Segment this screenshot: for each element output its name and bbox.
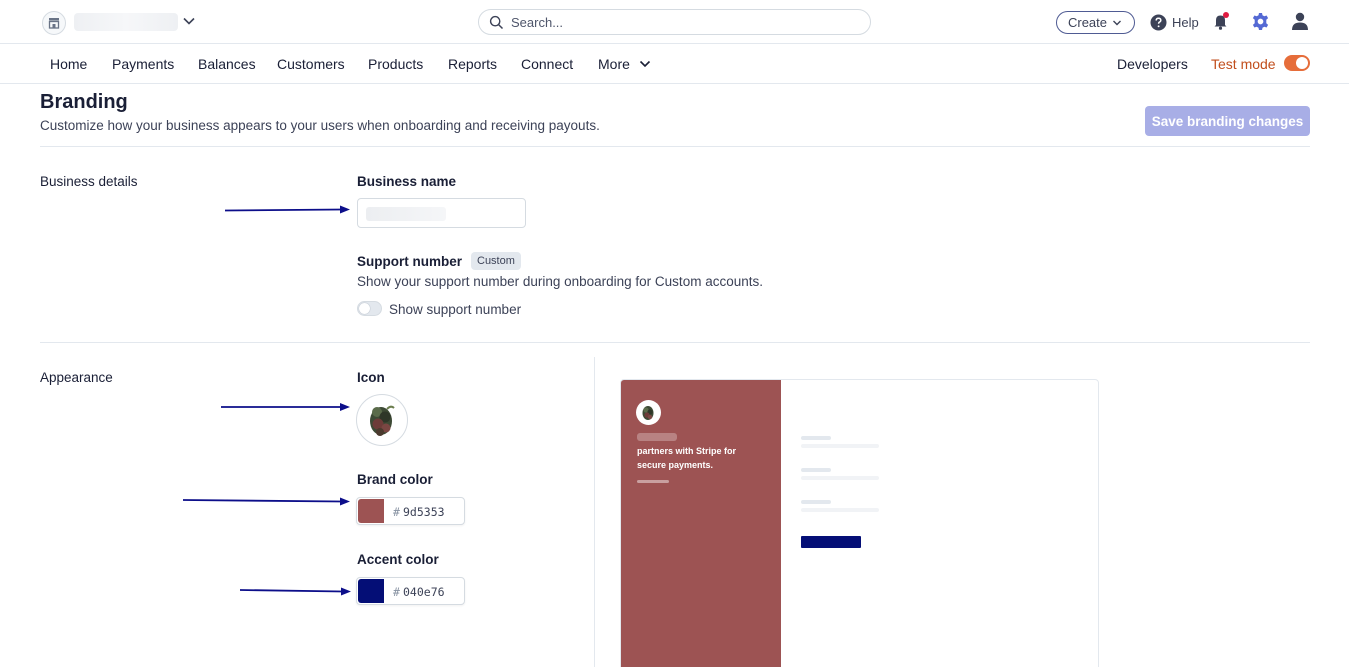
create-button-label: Create [1067,15,1108,30]
hash-symbol: # [393,585,400,599]
top-bar: Create Help [0,0,1349,44]
preview-skeleton-line [801,508,879,512]
brand-color-value[interactable]: 9d5353 [403,505,445,519]
section-divider [40,146,1310,147]
business-details-heading: Business details [40,174,138,189]
custom-badge: Custom [471,252,521,270]
search-bar[interactable] [478,9,871,35]
show-support-number-toggle[interactable] [357,301,382,316]
brand-color-field[interactable]: # 9d5353 [356,497,465,525]
business-icon-upload[interactable] [356,394,408,446]
accent-color-field[interactable]: # 040e76 [356,577,465,605]
create-button[interactable]: Create [1056,11,1135,34]
show-support-number-label: Show support number [389,302,522,317]
save-branding-button[interactable]: Save branding changes [1145,106,1310,136]
user-profile-icon[interactable] [1290,11,1310,31]
business-name-label: Business name [357,174,457,189]
test-mode-label: Test mode [1211,56,1276,72]
preview-placeholder-bar [637,480,669,483]
preview-skeleton-line [801,476,879,480]
main-nav: Home Payments Balances Customers Product… [0,44,1349,84]
annotation-arrow [221,403,350,411]
nav-balances[interactable]: Balances [198,56,256,72]
nav-customers[interactable]: Customers [277,56,345,72]
nav-reports[interactable]: Reports [448,56,497,72]
annotation-arrow [224,205,350,214]
annotation-arrow [239,587,351,596]
page-subtitle: Customize how your business appears to y… [40,118,600,133]
appearance-heading: Appearance [40,370,113,385]
nav-developers[interactable]: Developers [1117,56,1188,72]
brand-color-label: Brand color [357,472,433,487]
page-title: Branding [40,91,128,113]
business-name-input[interactable] [357,198,526,228]
preview-skeleton-line [801,436,831,440]
test-mode-toggle[interactable] [1284,55,1310,71]
hash-symbol: # [393,505,400,519]
preview-tagline: partners with Stripe for secure payments… [637,446,737,470]
preview-business-name-blurred [637,433,677,441]
help-icon [1150,14,1167,30]
toggle-knob [1296,57,1308,69]
branding-preview: partners with Stripe for secure payments… [620,379,1099,667]
store-icon[interactable] [42,11,66,35]
business-name-blurred-value [366,207,446,221]
nav-payments[interactable]: Payments [112,56,174,72]
section-divider [40,342,1310,343]
preview-skeleton-line [801,444,879,448]
nav-home[interactable]: Home [50,56,87,72]
settings-gear-icon[interactable] [1251,12,1270,31]
annotation-arrow [182,497,350,506]
strawberries-logo-icon [370,405,395,436]
search-icon [489,15,504,30]
preview-accent-button [801,536,861,548]
support-number-description: Show your support number during onboardi… [357,274,763,289]
search-input[interactable] [511,13,851,31]
nav-more[interactable]: More [598,56,652,72]
notifications-bell-icon[interactable] [1211,11,1231,31]
icon-label: Icon [357,370,385,385]
help-label: Help [1172,14,1199,30]
toggle-knob [359,303,370,314]
chevron-down-icon [639,60,650,68]
preview-logo-icon [636,400,661,425]
chevron-down-icon [1113,20,1122,25]
preview-skeleton-line [801,468,831,472]
support-number-label: Support number [357,254,462,269]
nav-more-label: More [598,56,630,72]
brand-color-swatch[interactable] [358,499,384,523]
preview-separator [594,357,595,667]
accent-color-value[interactable]: 040e76 [403,585,445,599]
account-name-blurred[interactable] [74,13,178,31]
accent-color-swatch[interactable] [358,579,384,603]
preview-brand-panel: partners with Stripe for secure payments… [621,380,781,667]
help-button[interactable]: Help [1150,12,1199,32]
nav-connect[interactable]: Connect [521,56,573,72]
chevron-down-icon[interactable] [181,13,197,29]
accent-color-label: Accent color [357,552,439,567]
preview-skeleton-line [801,500,831,504]
nav-products[interactable]: Products [368,56,423,72]
